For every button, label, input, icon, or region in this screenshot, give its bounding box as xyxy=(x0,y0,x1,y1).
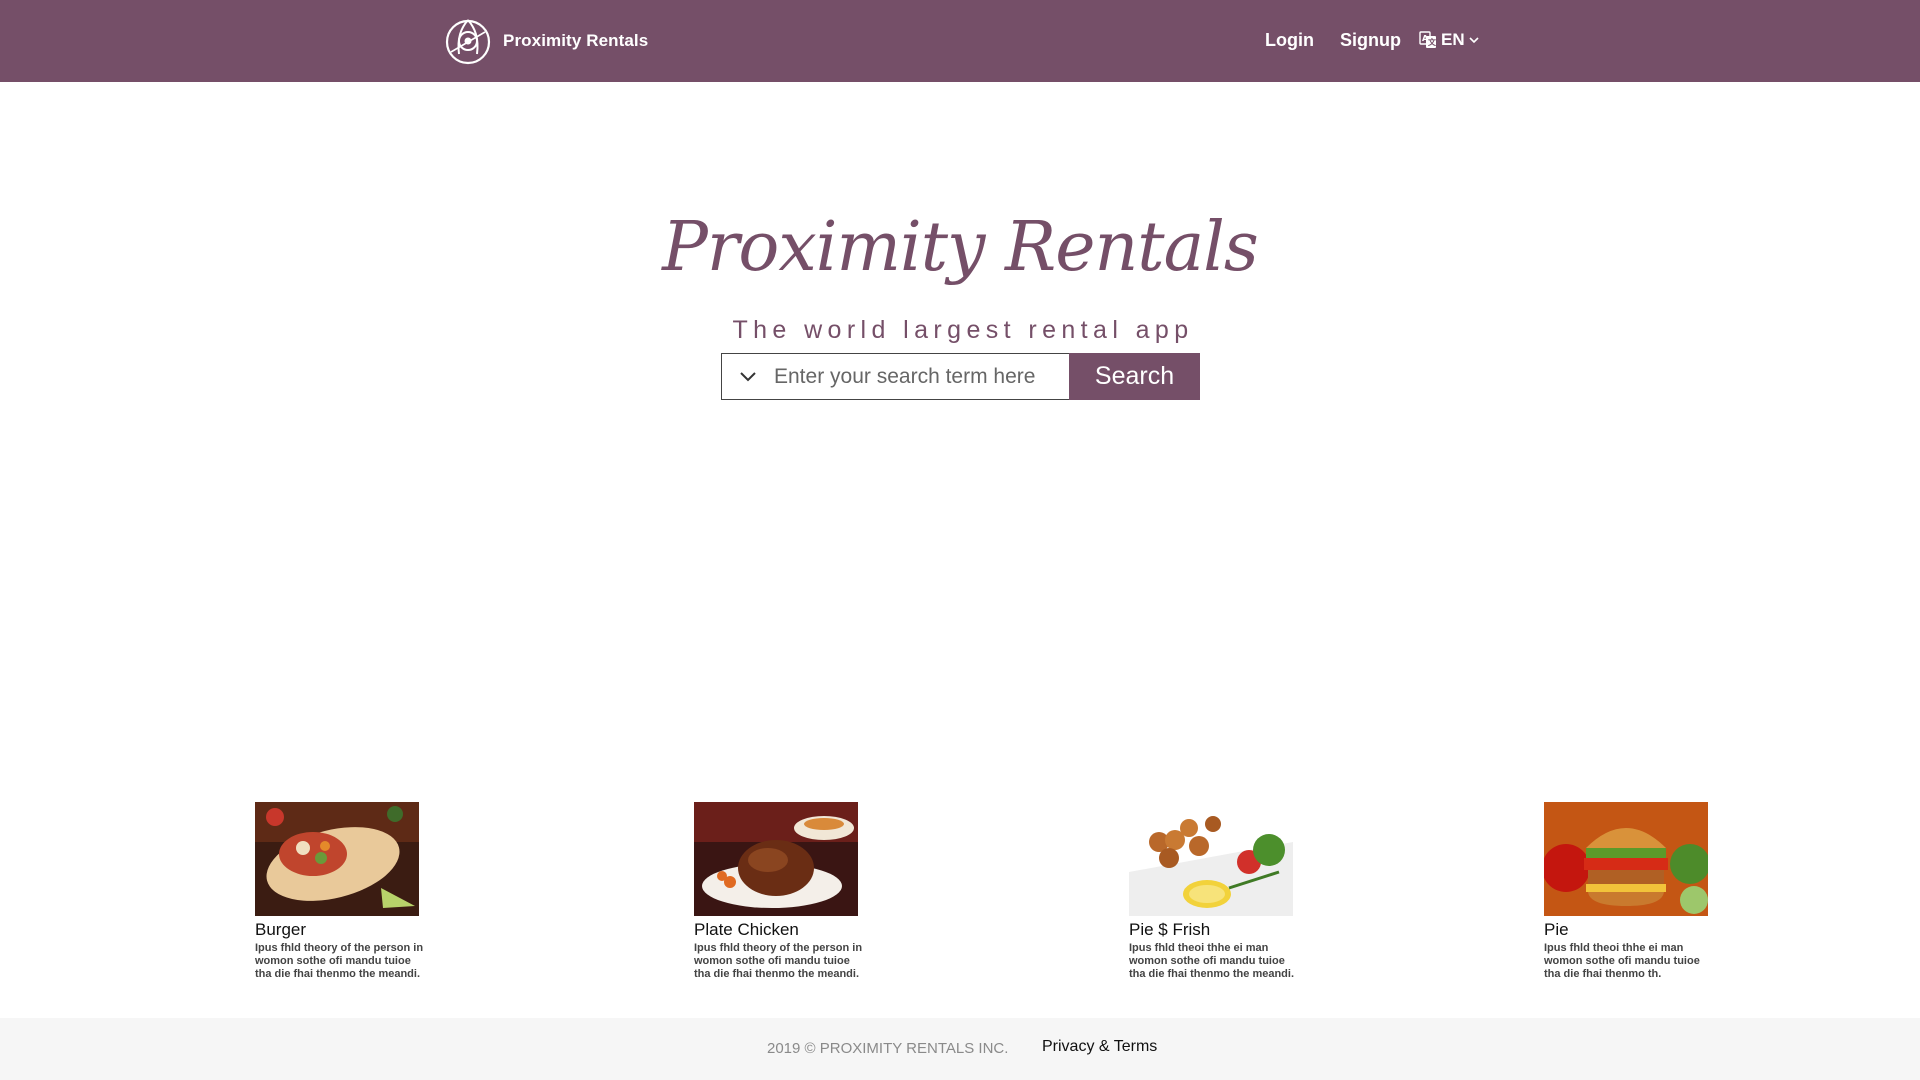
search-field xyxy=(721,353,1069,400)
language-selector[interactable]: A 文 EN xyxy=(1419,30,1479,50)
translate-icon: A 文 xyxy=(1419,31,1437,48)
copyright-text: 2019 © PROXIMITY RENTALS INC. xyxy=(767,1040,1009,1057)
card-title[interactable]: Plate Chicken xyxy=(694,920,864,940)
card-description: Ipus fhld theory of the person in womon … xyxy=(694,942,863,980)
search-category-dropdown[interactable] xyxy=(722,354,774,399)
hero-title: Proximity Rentals xyxy=(662,208,1259,287)
privacy-terms-link[interactable]: Privacy & Terms xyxy=(1042,1038,1157,1056)
burrito-food-image[interactable] xyxy=(255,802,419,916)
brand-name: Proximity Rentals xyxy=(503,31,649,50)
top-navigation-bar: Proximity Rentals Login Signup A 文 EN xyxy=(0,0,1920,82)
signup-link[interactable]: Signup xyxy=(1340,30,1401,51)
language-label: EN xyxy=(1441,30,1465,49)
card-description: Ipus fhld theoi thhe ei man womon sothe … xyxy=(1129,942,1295,980)
card-title[interactable]: Pie xyxy=(1544,920,1714,940)
food-card-pie: Pie Ipus fhld theoi thhe ei man womon so… xyxy=(1544,802,1714,981)
burger-food-image[interactable] xyxy=(1544,802,1708,916)
login-link[interactable]: Login xyxy=(1265,30,1314,51)
chevron-down-icon xyxy=(740,371,756,381)
search-button[interactable]: Search xyxy=(1069,353,1200,400)
card-title[interactable]: Burger xyxy=(255,920,425,940)
proximity-rentals-logo-icon xyxy=(445,19,491,65)
food-card-plate-chicken: Plate Chicken Ipus fhld theory of the pe… xyxy=(694,802,864,981)
food-card-pie-frish: Pie $ Frish Ipus fhld theoi thhe ei man … xyxy=(1129,802,1299,981)
chevron-down-icon xyxy=(1469,37,1479,44)
hero-tagline: The world largest rental app xyxy=(732,316,1194,344)
card-description: Ipus fhld theoi thhe ei man womon sothe … xyxy=(1544,942,1700,980)
kebab-skewers-food-image[interactable] xyxy=(1129,802,1293,916)
brand-home-link[interactable]: Proximity Rentals xyxy=(441,13,648,69)
svg-text:文: 文 xyxy=(1428,37,1437,47)
footer: 2019 © PROXIMITY RENTALS INC. Privacy & … xyxy=(0,1018,1920,1080)
card-title[interactable]: Pie $ Frish xyxy=(1129,920,1299,940)
search-input[interactable] xyxy=(774,356,1064,397)
roast-chicken-food-image[interactable] xyxy=(694,802,858,916)
card-description: Ipus fhld theory of the person in womon … xyxy=(255,942,424,980)
search-bar: Search xyxy=(721,353,1200,400)
food-card-burger: Burger Ipus fhld theory of the person in… xyxy=(255,802,425,981)
